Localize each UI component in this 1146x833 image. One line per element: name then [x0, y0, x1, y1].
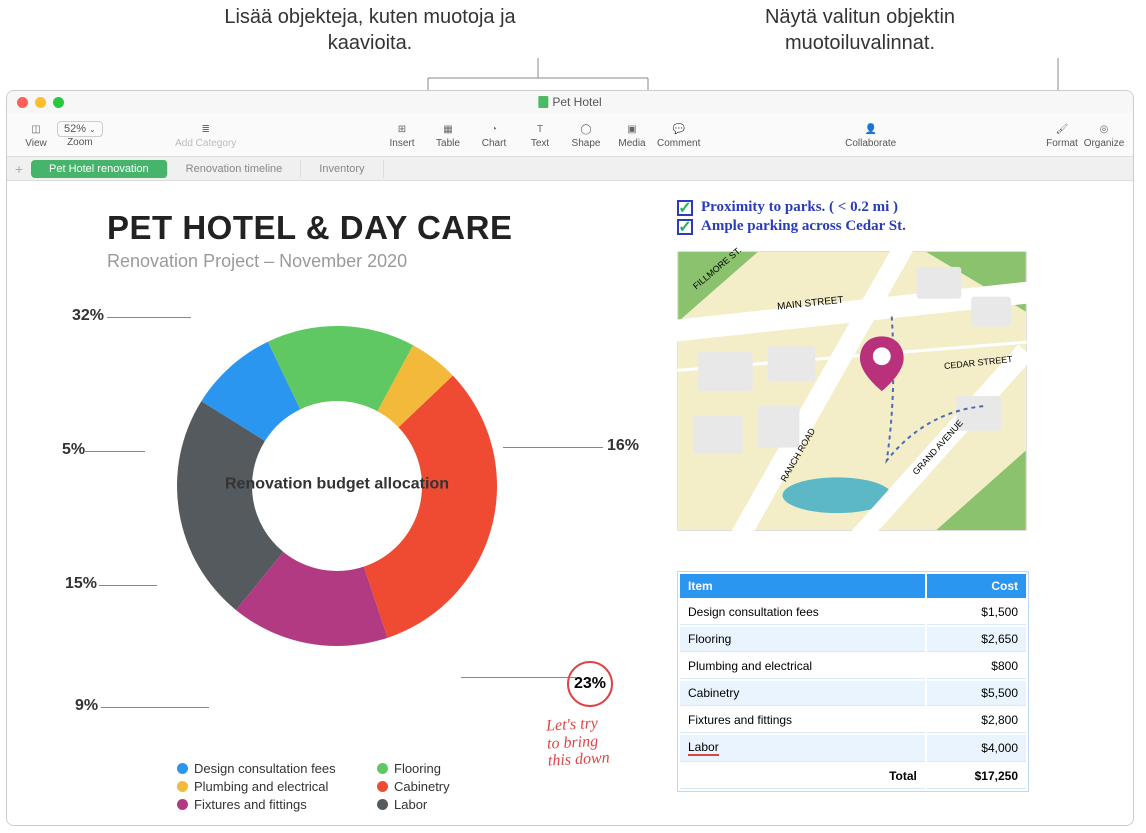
close-icon[interactable]: [17, 97, 28, 108]
chevron-down-icon: ⌄: [89, 125, 96, 134]
tab-renovation-timeline[interactable]: Renovation timeline: [168, 160, 302, 178]
table-row[interactable]: Fixtures and fittings$2,800: [680, 708, 1026, 733]
plus-box-icon: ⊞: [393, 120, 411, 138]
chart-center-label: Renovation budget allocation: [225, 474, 449, 493]
add-sheet-button[interactable]: +: [7, 161, 31, 177]
checkbox-icon: [677, 200, 693, 216]
document-title: Pet Hotel: [538, 95, 601, 109]
table-row[interactable]: Labor$4,000: [680, 735, 1026, 762]
person-icon: 👤: [862, 120, 880, 138]
legend-item: Cabinetry: [377, 779, 537, 794]
table-row[interactable]: Flooring$2,650: [680, 627, 1026, 652]
text-icon: T: [531, 120, 549, 138]
fullscreen-icon[interactable]: [53, 97, 64, 108]
table-button[interactable]: ▦Table: [427, 120, 469, 149]
callout-insert: Lisää objekteja, kuten muotoja ja kaavio…: [210, 4, 530, 56]
table-row[interactable]: Cabinetry$5,500: [680, 681, 1026, 706]
chart-legend: Design consultation feesFlooringPlumbing…: [177, 761, 537, 812]
cost-table[interactable]: Item Cost Design consultation fees$1,500…: [677, 571, 1029, 792]
checkbox-icon: [677, 219, 693, 235]
hand-note: Let's try to bring this down: [546, 714, 610, 770]
circled-annotation: 23%: [567, 661, 613, 707]
shape-icon: ◯: [577, 120, 595, 138]
legend-item: Flooring: [377, 761, 537, 776]
add-category-button[interactable]: ≣ Add Category: [175, 120, 236, 149]
format-button[interactable]: 🖌Format: [1041, 120, 1083, 149]
col-cost: Cost: [927, 574, 1026, 598]
swatch-icon: [377, 763, 388, 774]
collaborate-button[interactable]: 👤Collaborate: [845, 120, 896, 149]
minimize-icon[interactable]: [35, 97, 46, 108]
table-icon: ▦: [439, 120, 457, 138]
legend-item: Plumbing and electrical: [177, 779, 377, 794]
shape-button[interactable]: ◯Shape: [565, 120, 607, 149]
tab-inventory[interactable]: Inventory: [301, 160, 383, 178]
swatch-icon: [177, 781, 188, 792]
zoom-button[interactable]: 52% ⌄ Zoom: [57, 121, 103, 148]
media-icon: ▣: [623, 120, 641, 138]
swatch-icon: [377, 799, 388, 810]
sheet-tabs: + Pet Hotel renovation Renovation timeli…: [7, 157, 1133, 181]
organize-button[interactable]: ◎Organize: [1083, 120, 1125, 149]
donut-chart[interactable]: Renovation budget allocation: [97, 286, 577, 716]
page-subtitle: Renovation Project – November 2020: [107, 251, 512, 272]
pct-label-15: 15%: [65, 575, 97, 593]
page-title: PET HOTEL & DAY CARE: [107, 209, 512, 247]
map-illustration: FILLMORE ST. MAIN STREET CEDAR STREET RA…: [677, 251, 1027, 531]
legend-item: Design consultation fees: [177, 761, 377, 776]
handwritten-notes: Proximity to parks. ( < 0.2 mi ) Ample p…: [677, 199, 906, 237]
swatch-icon: [177, 799, 188, 810]
pct-label-32: 32%: [72, 307, 104, 325]
table-row[interactable]: Design consultation fees$1,500: [680, 600, 1026, 625]
legend-item: Labor: [377, 797, 537, 812]
tab-pet-hotel-renovation[interactable]: Pet Hotel renovation: [31, 160, 168, 178]
comment-icon: 💬: [670, 120, 688, 138]
toolbar: ◫ View 52% ⌄ Zoom ≣ Add Category ⊞Insert…: [7, 113, 1133, 157]
category-icon: ≣: [197, 120, 215, 138]
sidebar-icon: ◫: [27, 120, 45, 138]
swatch-icon: [377, 781, 388, 792]
titlebar: Pet Hotel: [7, 91, 1133, 113]
pct-label-5: 5%: [62, 441, 85, 459]
text-button[interactable]: TText: [519, 120, 561, 149]
numbers-doc-icon: [538, 96, 548, 108]
table-row[interactable]: Plumbing and electrical$800: [680, 654, 1026, 679]
table-total-row: Total$17,250: [680, 764, 1026, 789]
paintbrush-icon: 🖌: [1053, 120, 1071, 138]
pct-label-9: 9%: [75, 697, 98, 715]
media-button[interactable]: ▣Media: [611, 120, 653, 149]
canvas[interactable]: PET HOTEL & DAY CARE Renovation Project …: [7, 181, 1133, 825]
callout-format: Näytä valitun objektin muotoiluvalinnat.: [740, 4, 980, 56]
app-window: Pet Hotel ◫ View 52% ⌄ Zoom ≣ Add Catego…: [6, 90, 1134, 826]
chart-icon: ◔: [485, 120, 503, 138]
pct-label-16: 16%: [607, 437, 639, 455]
insert-button[interactable]: ⊞Insert: [381, 120, 423, 149]
organize-icon: ◎: [1095, 120, 1113, 138]
chart-button[interactable]: ◔Chart: [473, 120, 515, 149]
swatch-icon: [177, 763, 188, 774]
legend-item: Fixtures and fittings: [177, 797, 377, 812]
view-button[interactable]: ◫ View: [15, 120, 57, 149]
comment-button[interactable]: 💬Comment: [657, 120, 700, 149]
col-item: Item: [680, 574, 925, 598]
